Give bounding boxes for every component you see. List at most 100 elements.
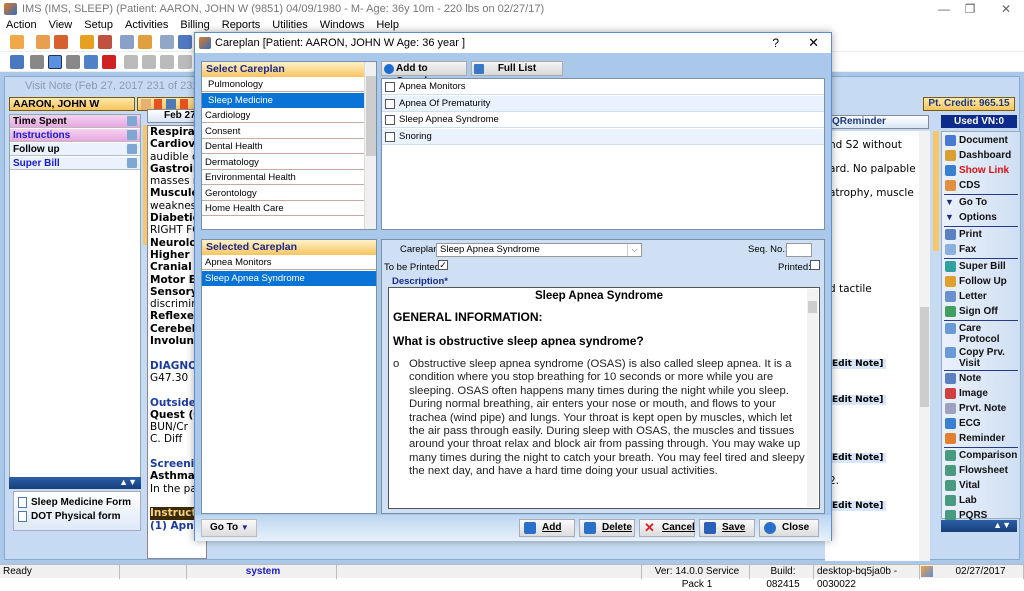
- full-list-button[interactable]: Full List: [471, 61, 563, 76]
- careplan-category-item[interactable]: Dermatology: [202, 155, 365, 170]
- section-edit-icon[interactable]: [127, 130, 137, 140]
- selected-careplan-item[interactable]: Apnea Monitors: [202, 255, 376, 270]
- close-app-button[interactable]: ✕: [986, 0, 1024, 18]
- qreminder-bar[interactable]: QReminder: [825, 115, 929, 129]
- menu-help[interactable]: Help: [370, 18, 405, 32]
- menu-utilities[interactable]: Utilities: [266, 18, 313, 32]
- description-scrollbar[interactable]: [807, 289, 818, 507]
- goto-button[interactable]: Go To ▼: [201, 519, 257, 537]
- careplan-category-item[interactable]: Gerontology: [202, 186, 365, 201]
- form-dot-physical[interactable]: DOT Physical form: [18, 510, 120, 523]
- careplan-category-item[interactable]: Sleep Medicine: [202, 92, 365, 108]
- tool-copy-prv-visit[interactable]: Copy Prv. Visit: [945, 347, 1017, 369]
- tool-follow-up[interactable]: Follow Up: [945, 276, 1017, 287]
- tools-scroll-arrows[interactable]: ▲▼: [941, 520, 1017, 532]
- help-button[interactable]: ?: [772, 33, 779, 53]
- section-edit-icon[interactable]: [127, 116, 137, 126]
- tool-note[interactable]: Note: [945, 373, 1017, 384]
- save-button[interactable]: Save: [699, 519, 755, 537]
- category-scroll-thumb[interactable]: [366, 76, 376, 156]
- tool-ecg[interactable]: ECG: [945, 418, 1017, 429]
- report-icon[interactable]: [120, 35, 134, 49]
- add-button[interactable]: Add: [519, 519, 575, 537]
- careplan-category-item[interactable]: Home Health Care: [202, 201, 365, 216]
- notes-icon[interactable]: [178, 35, 192, 49]
- section-edit-icon[interactable]: [127, 158, 137, 168]
- description-scroll-thumb[interactable]: [808, 301, 817, 313]
- print-icon[interactable]: [84, 55, 98, 69]
- to-be-printed-checkbox[interactable]: ✓: [438, 260, 448, 270]
- close-button[interactable]: Close: [759, 519, 819, 537]
- doctor-icon[interactable]: [36, 35, 50, 49]
- edit-note-link[interactable]: Edit Note]: [829, 501, 887, 511]
- menu-windows[interactable]: Windows: [314, 18, 371, 32]
- available-careplan-item[interactable]: Sleep Apnea Syndrome: [382, 112, 824, 128]
- calendar-icon[interactable]: [160, 35, 174, 49]
- section-edit-icon[interactable]: [127, 144, 137, 154]
- first-record-icon[interactable]: [124, 55, 138, 69]
- section-super-bill[interactable]: Super Bill: [10, 157, 140, 170]
- next-record-icon[interactable]: [160, 55, 174, 69]
- lab-flask-icon[interactable]: [138, 35, 152, 49]
- tool-super-bill[interactable]: Super Bill: [945, 261, 1017, 272]
- tool-document[interactable]: Document: [945, 135, 1017, 146]
- tool-go-to[interactable]: ▼ Go To: [945, 197, 1017, 208]
- add-to-careplan-button[interactable]: Add to Careplan: [381, 61, 467, 87]
- menu-reports[interactable]: Reports: [216, 18, 267, 32]
- edit-note-link[interactable]: Edit Note]: [829, 359, 887, 369]
- description-editor[interactable]: Sleep Apnea Syndrome GENERAL INFORMATION…: [388, 287, 820, 509]
- careplan-category-item[interactable]: Environmental Health: [202, 170, 365, 185]
- menu-setup[interactable]: Setup: [78, 18, 119, 32]
- section-instructions[interactable]: Instructions: [10, 129, 140, 142]
- prev-record-icon[interactable]: [142, 55, 156, 69]
- tool-reminder[interactable]: Reminder: [945, 433, 1017, 444]
- available-careplan-item[interactable]: Apnea Monitors: [382, 79, 824, 95]
- menu-view[interactable]: View: [43, 18, 79, 32]
- add-visit-icon[interactable]: [30, 55, 44, 69]
- tool-options[interactable]: ▼ Options: [945, 212, 1017, 223]
- tool-vital[interactable]: Vital: [945, 480, 1017, 491]
- tool-letter[interactable]: Letter: [945, 291, 1017, 302]
- sections-scroll-arrows[interactable]: ▲▼: [9, 477, 141, 489]
- careplan-category-item[interactable]: Dental Health: [202, 139, 365, 154]
- tool-sign-off[interactable]: Sign Off: [945, 306, 1017, 317]
- form-sleep-medicine[interactable]: Sleep Medicine Form: [18, 496, 131, 509]
- tool-fax[interactable]: Fax: [945, 244, 1017, 255]
- careplan-select[interactable]: Sleep Apnea Syndrome ⌵: [436, 243, 642, 257]
- open-icon[interactable]: [10, 55, 24, 69]
- tool-cds[interactable]: CDS: [945, 180, 1017, 191]
- edit-note-link[interactable]: Edit Note]: [829, 453, 887, 463]
- tool-flowsheet[interactable]: Flowsheet: [945, 465, 1017, 476]
- provider-icon[interactable]: [54, 35, 68, 49]
- careplan-category-item[interactable]: Pulmonology: [202, 77, 365, 92]
- delete-button[interactable]: Delete: [579, 519, 635, 537]
- tool-print[interactable]: Print: [945, 229, 1017, 240]
- menu-action[interactable]: Action: [0, 18, 43, 32]
- seq-no-stepper[interactable]: [786, 243, 812, 257]
- careplan-checkbox[interactable]: [385, 115, 395, 125]
- category-scrollbar[interactable]: [364, 62, 376, 229]
- careplan-checkbox[interactable]: [385, 98, 395, 109]
- careplan-category-item[interactable]: Consent: [202, 124, 365, 139]
- remove-visit-icon[interactable]: [66, 55, 80, 69]
- section-follow-up[interactable]: Follow up: [10, 143, 140, 156]
- careplan-category-item[interactable]: Cardiology: [202, 108, 365, 123]
- close-dialog-button[interactable]: ✕: [808, 33, 819, 53]
- edit-record-icon[interactable]: [98, 35, 112, 49]
- careplan-checkbox[interactable]: [385, 82, 395, 92]
- tool-dashboard[interactable]: Dashboard: [945, 150, 1017, 161]
- careplan-checkbox[interactable]: [385, 131, 395, 142]
- printed-checkbox[interactable]: [810, 260, 820, 270]
- folder-icon[interactable]: [80, 35, 94, 49]
- note-scrollbar[interactable]: [919, 131, 930, 561]
- section-time-spent[interactable]: Time Spent: [10, 115, 140, 128]
- last-record-icon[interactable]: [178, 55, 192, 69]
- menu-billing[interactable]: Billing: [174, 18, 215, 32]
- tools-splitter[interactable]: [933, 131, 939, 251]
- chevron-down-icon[interactable]: ⌵: [627, 244, 641, 256]
- edit-visit-icon[interactable]: [48, 55, 62, 69]
- available-careplan-item[interactable]: Apnea Of Prematurity: [382, 95, 824, 112]
- available-careplan-item[interactable]: Snoring: [382, 128, 824, 145]
- menu-activities[interactable]: Activities: [119, 18, 174, 32]
- cancel-button[interactable]: ✕ Cancel: [639, 519, 695, 537]
